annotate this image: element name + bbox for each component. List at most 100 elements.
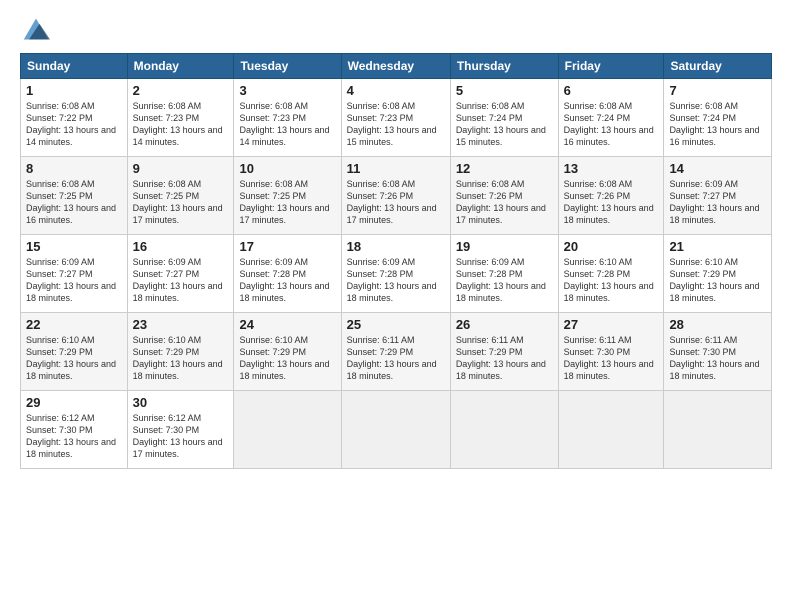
day-number: 20: [564, 239, 659, 254]
calendar-header-row: SundayMondayTuesdayWednesdayThursdayFrid…: [21, 54, 772, 79]
day-info: Sunrise: 6:08 AMSunset: 7:26 PMDaylight:…: [564, 178, 659, 227]
day-info: Sunrise: 6:08 AMSunset: 7:22 PMDaylight:…: [26, 100, 122, 149]
day-cell: 27 Sunrise: 6:11 AMSunset: 7:30 PMDayligh…: [558, 313, 664, 391]
day-number: 4: [347, 83, 445, 98]
day-cell: 9 Sunrise: 6:08 AMSunset: 7:25 PMDaylight…: [127, 157, 234, 235]
day-cell: 8 Sunrise: 6:08 AMSunset: 7:25 PMDaylight…: [21, 157, 128, 235]
day-cell: 26 Sunrise: 6:11 AMSunset: 7:29 PMDayligh…: [450, 313, 558, 391]
day-number: 30: [133, 395, 229, 410]
day-cell: 6 Sunrise: 6:08 AMSunset: 7:24 PMDaylight…: [558, 79, 664, 157]
day-number: 18: [347, 239, 445, 254]
day-number: 10: [239, 161, 335, 176]
day-info: Sunrise: 6:09 AMSunset: 7:27 PMDaylight:…: [26, 256, 122, 305]
day-info: Sunrise: 6:08 AMSunset: 7:23 PMDaylight:…: [133, 100, 229, 149]
day-cell: 12 Sunrise: 6:08 AMSunset: 7:26 PMDayligh…: [450, 157, 558, 235]
day-cell: 24Sunrise: 6:10 AMSunset: 7:29 PMDayligh…: [234, 313, 341, 391]
day-number: 14: [669, 161, 766, 176]
day-cell: 18 Sunrise: 6:09 AMSunset: 7:28 PMDayligh…: [341, 235, 450, 313]
logo-icon: [20, 15, 52, 43]
day-number: 24: [239, 317, 335, 332]
week-row-1: 1 Sunrise: 6:08 AMSunset: 7:22 PMDaylight…: [21, 79, 772, 157]
day-number: 2: [133, 83, 229, 98]
day-info: Sunrise: 6:08 AMSunset: 7:24 PMDaylight:…: [456, 100, 553, 149]
page: SundayMondayTuesdayWednesdayThursdayFrid…: [0, 0, 792, 612]
day-info: Sunrise: 6:08 AMSunset: 7:25 PMDaylight:…: [26, 178, 122, 227]
header-cell-wednesday: Wednesday: [341, 54, 450, 79]
day-cell: 25 Sunrise: 6:11 AMSunset: 7:29 PMDayligh…: [341, 313, 450, 391]
day-cell: 1 Sunrise: 6:08 AMSunset: 7:22 PMDaylight…: [21, 79, 128, 157]
day-number: 15: [26, 239, 122, 254]
day-number: 29: [26, 395, 122, 410]
day-info: Sunrise: 6:08 AMSunset: 7:26 PMDaylight:…: [347, 178, 445, 227]
header-cell-monday: Monday: [127, 54, 234, 79]
day-number: 7: [669, 83, 766, 98]
day-number: 1: [26, 83, 122, 98]
day-info: Sunrise: 6:10 AMSunset: 7:29 PMDaylight:…: [26, 334, 122, 383]
day-cell: 14Sunrise: 6:09 AMSunset: 7:27 PMDayligh…: [664, 157, 772, 235]
day-cell: [558, 391, 664, 469]
day-cell: 10 Sunrise: 6:08 AMSunset: 7:25 PMDayligh…: [234, 157, 341, 235]
day-info: Sunrise: 6:09 AMSunset: 7:28 PMDaylight:…: [347, 256, 445, 305]
day-cell: 19 Sunrise: 6:09 AMSunset: 7:28 PMDayligh…: [450, 235, 558, 313]
day-number: 9: [133, 161, 229, 176]
logo: [20, 15, 55, 43]
header-cell-tuesday: Tuesday: [234, 54, 341, 79]
day-cell: 3 Sunrise: 6:08 AMSunset: 7:23 PMDaylight…: [234, 79, 341, 157]
day-cell: 20 Sunrise: 6:10 AMSunset: 7:28 PMDayligh…: [558, 235, 664, 313]
day-number: 8: [26, 161, 122, 176]
day-info: Sunrise: 6:08 AMSunset: 7:23 PMDaylight:…: [239, 100, 335, 149]
day-cell: 28Sunrise: 6:11 AMSunset: 7:30 PMDayligh…: [664, 313, 772, 391]
week-row-4: 22 Sunrise: 6:10 AMSunset: 7:29 PMDayligh…: [21, 313, 772, 391]
day-cell: [664, 391, 772, 469]
day-cell: 15 Sunrise: 6:09 AMSunset: 7:27 PMDayligh…: [21, 235, 128, 313]
day-info: Sunrise: 6:10 AMSunset: 7:28 PMDaylight:…: [564, 256, 659, 305]
day-number: 17: [239, 239, 335, 254]
week-row-5: 29 Sunrise: 6:12 AMSunset: 7:30 PMDayligh…: [21, 391, 772, 469]
day-number: 27: [564, 317, 659, 332]
day-info: Sunrise: 6:12 AMSunset: 7:30 PMDaylight:…: [26, 412, 122, 461]
week-row-3: 15 Sunrise: 6:09 AMSunset: 7:27 PMDayligh…: [21, 235, 772, 313]
day-info: Sunrise: 6:11 AMSunset: 7:29 PMDaylight:…: [347, 334, 445, 383]
day-info: Sunrise: 6:08 AMSunset: 7:26 PMDaylight:…: [456, 178, 553, 227]
day-cell: 2 Sunrise: 6:08 AMSunset: 7:23 PMDaylight…: [127, 79, 234, 157]
day-info: Sunrise: 6:08 AMSunset: 7:25 PMDaylight:…: [133, 178, 229, 227]
calendar-table: SundayMondayTuesdayWednesdayThursdayFrid…: [20, 53, 772, 469]
day-info: Sunrise: 6:10 AMSunset: 7:29 PMDaylight:…: [133, 334, 229, 383]
day-info: Sunrise: 6:12 AMSunset: 7:30 PMDaylight:…: [133, 412, 229, 461]
day-number: 6: [564, 83, 659, 98]
day-number: 3: [239, 83, 335, 98]
day-number: 11: [347, 161, 445, 176]
header-cell-friday: Friday: [558, 54, 664, 79]
day-number: 5: [456, 83, 553, 98]
day-cell: 16Sunrise: 6:09 AMSunset: 7:27 PMDayligh…: [127, 235, 234, 313]
day-number: 22: [26, 317, 122, 332]
day-number: 28: [669, 317, 766, 332]
day-number: 21: [669, 239, 766, 254]
day-number: 25: [347, 317, 445, 332]
day-cell: 13 Sunrise: 6:08 AMSunset: 7:26 PMDayligh…: [558, 157, 664, 235]
day-cell: 11 Sunrise: 6:08 AMSunset: 7:26 PMDayligh…: [341, 157, 450, 235]
week-row-2: 8 Sunrise: 6:08 AMSunset: 7:25 PMDaylight…: [21, 157, 772, 235]
header: [20, 15, 772, 43]
day-info: Sunrise: 6:11 AMSunset: 7:29 PMDaylight:…: [456, 334, 553, 383]
day-number: 19: [456, 239, 553, 254]
day-cell: 5 Sunrise: 6:08 AMSunset: 7:24 PMDaylight…: [450, 79, 558, 157]
day-info: Sunrise: 6:08 AMSunset: 7:25 PMDaylight:…: [239, 178, 335, 227]
day-info: Sunrise: 6:10 AMSunset: 7:29 PMDaylight:…: [669, 256, 766, 305]
day-number: 12: [456, 161, 553, 176]
header-cell-thursday: Thursday: [450, 54, 558, 79]
day-cell: 17 Sunrise: 6:09 AMSunset: 7:28 PMDayligh…: [234, 235, 341, 313]
day-info: Sunrise: 6:09 AMSunset: 7:28 PMDaylight:…: [239, 256, 335, 305]
day-info: Sunrise: 6:11 AMSunset: 7:30 PMDaylight:…: [564, 334, 659, 383]
calendar-body: 1 Sunrise: 6:08 AMSunset: 7:22 PMDaylight…: [21, 79, 772, 469]
day-info: Sunrise: 6:09 AMSunset: 7:28 PMDaylight:…: [456, 256, 553, 305]
day-number: 13: [564, 161, 659, 176]
day-cell: [450, 391, 558, 469]
day-cell: 23Sunrise: 6:10 AMSunset: 7:29 PMDayligh…: [127, 313, 234, 391]
day-cell: 30 Sunrise: 6:12 AMSunset: 7:30 PMDayligh…: [127, 391, 234, 469]
day-number: 26: [456, 317, 553, 332]
header-cell-saturday: Saturday: [664, 54, 772, 79]
day-info: Sunrise: 6:08 AMSunset: 7:24 PMDaylight:…: [564, 100, 659, 149]
day-cell: 4Sunrise: 6:08 AMSunset: 7:23 PMDaylight…: [341, 79, 450, 157]
day-cell: [341, 391, 450, 469]
